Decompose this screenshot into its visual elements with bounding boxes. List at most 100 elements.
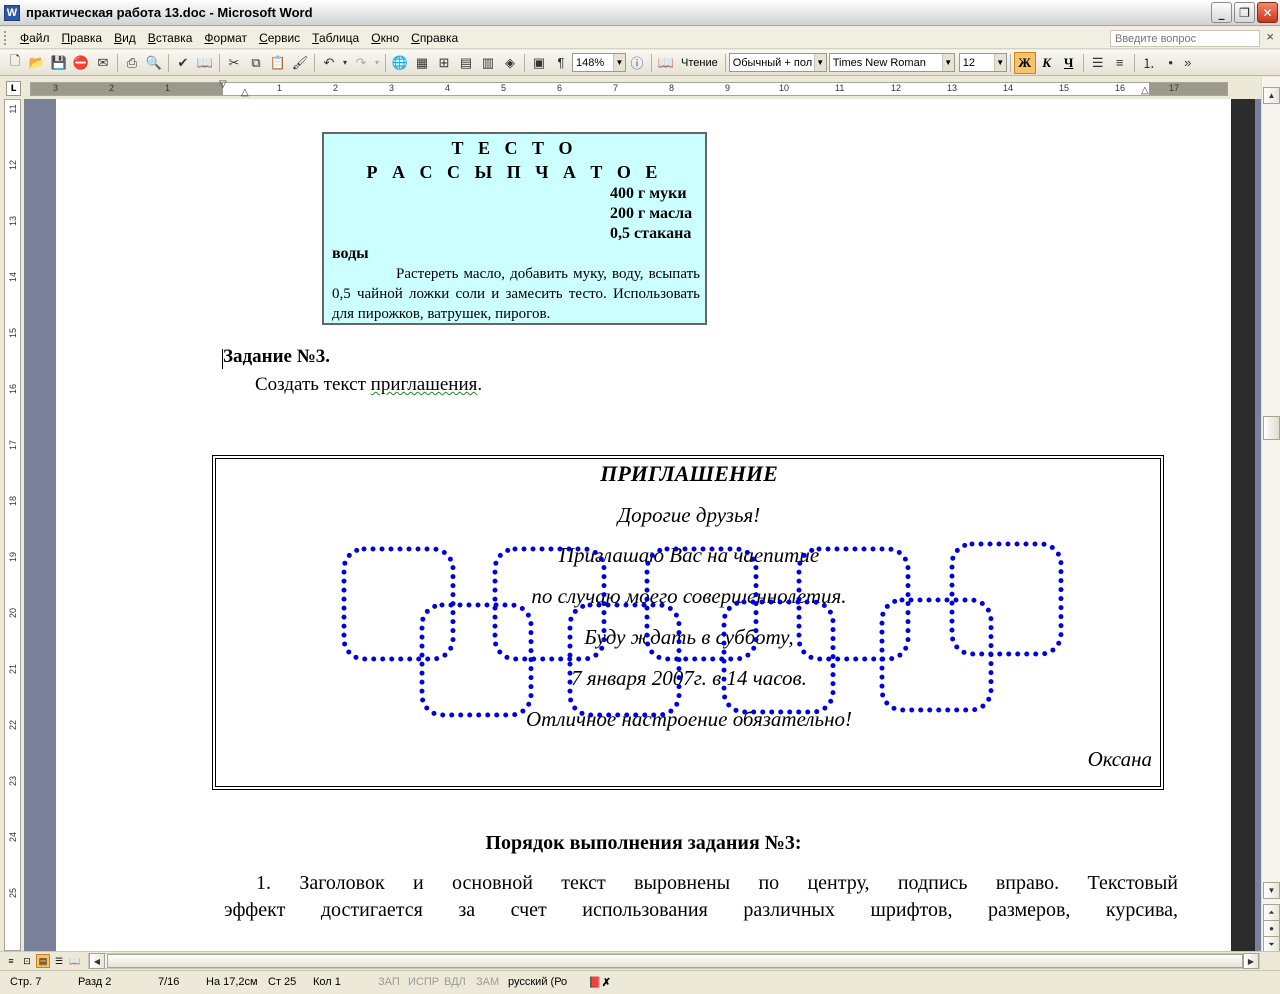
menu-tools[interactable]: Сервис [253,31,306,45]
save-icon[interactable]: 💾 [48,52,70,74]
cut-icon[interactable]: ✂ [223,52,245,74]
menu-insert[interactable]: Вставка [142,31,199,45]
scroll-up-icon[interactable]: ▲ [1263,87,1280,104]
ruler-label: 6 [557,83,563,93]
columns-icon[interactable]: ▥ [477,52,499,74]
outline-view-icon[interactable]: ☰ [52,954,66,968]
menu-view[interactable]: Вид [108,31,142,45]
left-indent-marker[interactable]: △ [241,87,249,98]
document-map-icon[interactable]: ▣ [528,52,550,74]
status-page-count: 7/16 [158,976,180,988]
scroll-right-icon[interactable]: ▶ [1243,953,1259,969]
toolbar: 🗋 📂 💾 ⛔ ✉ ⎙ 🔍 ✔ 📖 ✂ ⧉ 📋 🖌 ↶ ▾ ↷ ▾ 🌐 ▦ ⊞ … [0,50,1280,76]
close-button[interactable]: ✕ [1257,2,1278,23]
document-page[interactable]: Т Е С Т О Р А С С Ы П Ч А Т О Е 400 г му… [56,99,1231,951]
vertical-scroll-thumb[interactable] [1263,416,1280,440]
scroll-down-icon[interactable]: ▼ [1263,882,1280,899]
copy-icon[interactable]: ⧉ [245,52,267,74]
new-document-icon[interactable]: 🗋 [4,52,26,74]
tab-selector[interactable]: L [6,81,21,96]
tables-borders-icon[interactable]: ▦ [411,52,433,74]
print-layout-icon[interactable]: ▤ [36,954,50,968]
undo-icon[interactable]: ↶ [318,52,340,74]
dotted-chain-shapes[interactable] [213,456,1165,791]
status-page: Стр. 7 [10,976,42,988]
minimize-button[interactable]: _ [1211,2,1232,23]
chain-link-shape[interactable] [341,546,456,662]
ruler-label: 2 [109,83,115,93]
hyperlink-icon[interactable]: 🌐 [389,52,411,74]
restore-button[interactable]: ❐ [1234,2,1255,23]
zoom-select[interactable]: 148% ▼ [572,53,626,72]
open-folder-icon[interactable]: 📂 [26,52,48,74]
status-record-macro[interactable]: ЗАП [378,976,400,988]
italic-button[interactable]: К [1036,52,1058,74]
font-size-select[interactable]: 12 ▼ [958,53,1007,72]
ruler-label: 24 [8,832,18,843]
reading-view-icon[interactable]: 📖 [68,954,82,968]
normal-view-icon[interactable]: ≡ [4,954,18,968]
recipe-ingredient: 200 г масла [610,205,693,222]
read-mode-button[interactable]: Чтение [677,57,722,69]
permission-icon[interactable]: ⛔ [70,52,92,74]
vertical-ruler[interactable]: 11 12 13 14 15 16 17 18 19 20 21 22 23 2… [4,99,21,951]
help-search-input[interactable] [1110,30,1260,47]
research-icon[interactable]: 📖 [194,52,216,74]
menu-format[interactable]: Формат [198,31,253,45]
chain-link-shape[interactable] [492,546,607,662]
underline-button[interactable]: Ч [1058,52,1080,74]
spelling-status-icon[interactable]: 📕✗ [588,976,611,989]
recipe-text-box[interactable]: Т Е С Т О Р А С С Ы П Ч А Т О Е 400 г му… [322,132,707,325]
toolbar-options-icon[interactable]: » [1182,52,1194,74]
bullets-icon[interactable]: • [1160,52,1182,74]
align-left-icon[interactable]: ☰ [1087,52,1109,74]
spelling-icon[interactable]: ✔ [172,52,194,74]
vertical-scrollbar[interactable]: ▲ ▼ ⏶ ● ⏷ [1261,77,1280,953]
read-mode-icon[interactable]: 📖 [655,52,677,74]
help-icon[interactable]: ⓘ [626,52,648,74]
undo-dropdown-icon[interactable]: ▾ [340,52,350,74]
pilcrow-icon[interactable]: ¶ [550,52,572,74]
status-track-changes[interactable]: ИСПР [408,976,439,988]
redo-icon[interactable]: ↷ [350,52,372,74]
first-line-indent-marker[interactable]: ▽ [219,79,227,90]
align-center-icon[interactable]: ≡ [1109,52,1131,74]
horizontal-scroll-thumb[interactable] [107,954,1243,968]
browse-object-icon[interactable]: ● [1263,920,1280,937]
menubar-grip[interactable] [4,30,8,45]
format-painter-icon[interactable]: 🖌 [289,52,311,74]
right-indent-marker[interactable]: △ [1141,85,1149,96]
menu-help[interactable]: Справка [405,31,464,45]
drawing-icon[interactable]: ◈ [499,52,521,74]
invitation-frame[interactable]: ПРИГЛАШЕНИЕ Дорогие друзья! Приглашаю Ва… [212,455,1164,790]
insert-table-icon[interactable]: ⊞ [433,52,455,74]
recipe-ingredient: воды [332,245,369,262]
menu-window[interactable]: Окно [365,31,405,45]
menu-file[interactable]: Файл [14,31,56,45]
paste-icon[interactable]: 📋 [267,52,289,74]
document-close-icon[interactable]: × [1266,29,1274,44]
style-select[interactable]: Обычный + пол ▼ [728,53,827,72]
print-preview-icon[interactable]: 🔍 [143,52,165,74]
chain-link-shape[interactable] [949,541,1064,657]
ruler-label: 23 [8,776,18,787]
status-extend-selection[interactable]: ВДЛ [444,976,466,988]
web-view-icon[interactable]: ⊡ [20,954,34,968]
previous-page-icon[interactable]: ⏶ [1263,904,1280,921]
horizontal-scrollbar[interactable]: ◀ ▶ [88,953,1260,969]
print-icon[interactable]: ⎙ [121,52,143,74]
chevron-down-icon: ▼ [613,54,625,71]
insert-excel-icon[interactable]: ▤ [455,52,477,74]
font-select[interactable]: Times New Roman ▼ [828,53,955,72]
menu-table[interactable]: Таблица [306,31,365,45]
bold-button[interactable]: Ж [1013,51,1036,74]
email-icon[interactable]: ✉ [92,52,114,74]
horizontal-ruler[interactable]: 3 2 1 1 2 3 4 5 6 7 8 9 10 11 12 13 14 1… [30,79,1228,98]
recipe-ingredient: 0,5 стакана [610,225,692,242]
scroll-left-icon[interactable]: ◀ [89,953,105,969]
numbering-icon[interactable]: ⒈ [1138,52,1160,74]
menu-edit[interactable]: Правка [56,31,109,45]
status-language[interactable]: русский (Ро [508,976,567,988]
status-overtype[interactable]: ЗАМ [476,976,499,988]
redo-dropdown-icon[interactable]: ▾ [372,52,382,74]
